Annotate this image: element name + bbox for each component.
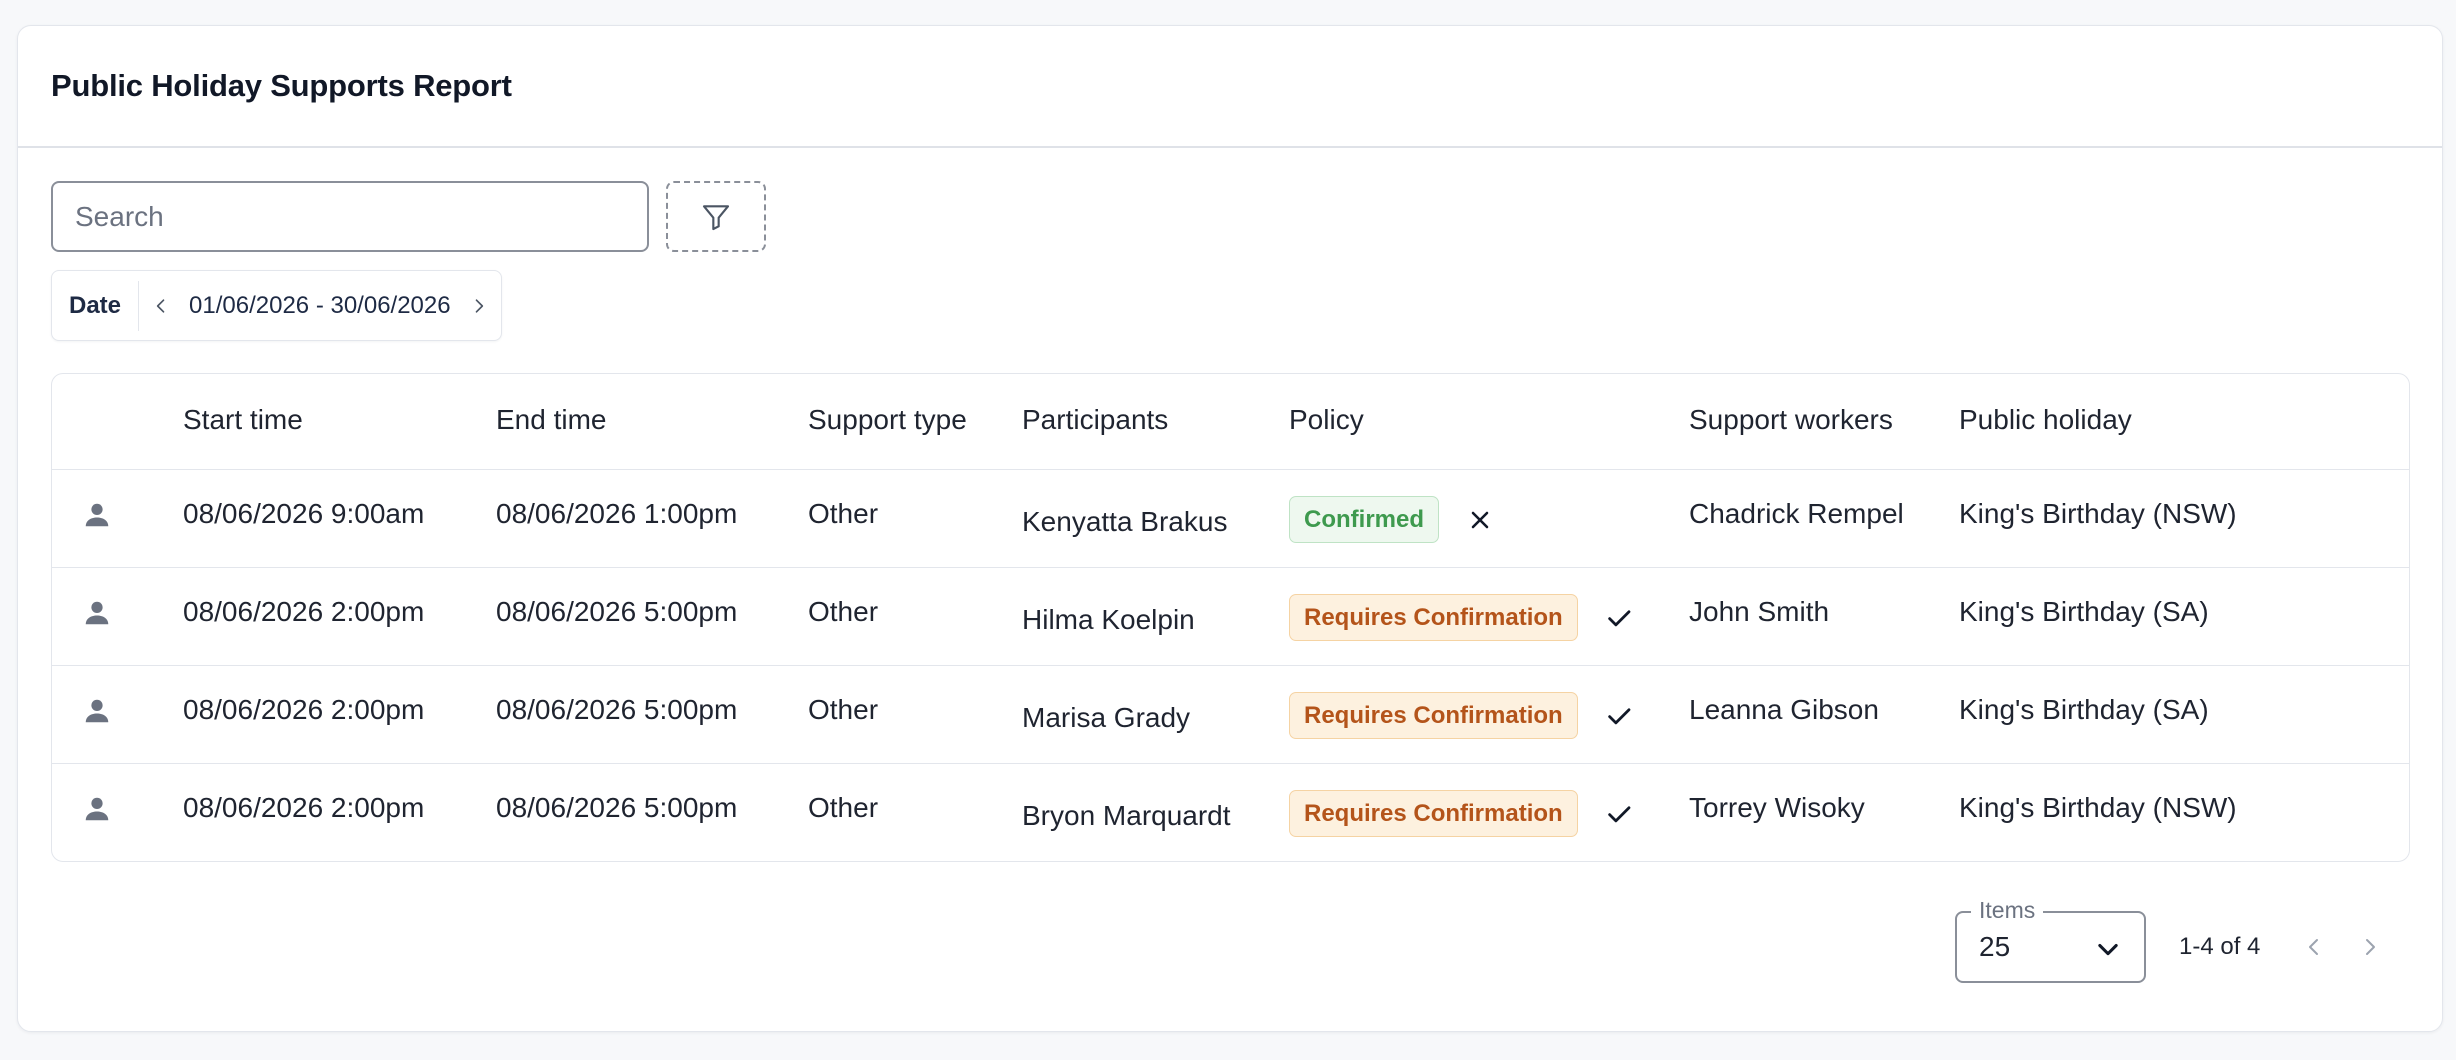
participant-name: Bryon Marquardt xyxy=(1022,800,1231,831)
policy-cell: Requires Confirmation xyxy=(1289,594,1636,641)
chevron-down-icon xyxy=(2098,943,2118,956)
start-time: 08/06/2026 2:00pm xyxy=(183,596,425,627)
policy-cell: Requires Confirmation xyxy=(1289,790,1636,837)
support-type: Other xyxy=(808,596,879,627)
policy-cell: Requires Confirmation xyxy=(1289,692,1636,739)
page-title: Public Holiday Supports Report xyxy=(51,68,512,103)
items-per-page-select[interactable]: Items 25 xyxy=(1955,897,2146,983)
filter-button[interactable] xyxy=(666,181,766,252)
support-type: Other xyxy=(808,694,879,725)
table-row[interactable]: 08/06/2026 2:00pm 08/06/2026 5:00pm Othe… xyxy=(52,568,2409,666)
support-worker: John Smith xyxy=(1689,596,1830,627)
unconfirm-button[interactable] xyxy=(1463,503,1497,537)
date-next-button[interactable] xyxy=(457,281,501,331)
support-worker: Torrey Wisoky xyxy=(1689,792,1865,823)
support-type: Other xyxy=(808,498,879,529)
date-prev-button[interactable] xyxy=(139,281,183,331)
public-holiday: King's Birthday (SA) xyxy=(1959,596,2209,627)
header-public-holiday[interactable]: Public holiday xyxy=(1959,404,2132,436)
filter-icon xyxy=(702,204,730,230)
header-support-type[interactable]: Support type xyxy=(808,404,967,436)
participant-name: Marisa Grady xyxy=(1022,702,1191,733)
confirm-button[interactable] xyxy=(1602,699,1636,733)
pagination: Items 25 1-4 of 4 xyxy=(1938,897,2398,983)
date-range: 01/06/2026 - 30/06/2026 xyxy=(189,291,451,319)
participant-name: Kenyatta Brakus xyxy=(1022,506,1228,537)
policy-cell: Confirmed xyxy=(1289,496,1497,543)
chevron-right-icon xyxy=(475,298,483,313)
table-row[interactable]: 08/06/2026 9:00am 08/06/2026 1:00pm Othe… xyxy=(52,470,2409,568)
header-support-workers[interactable]: Support workers xyxy=(1689,404,1893,436)
status-badge: Requires Confirmation xyxy=(1289,692,1578,739)
supports-table: Start time End time Support type Partici… xyxy=(51,373,2410,862)
header-start-time[interactable]: Start time xyxy=(183,404,303,436)
support-worker: Chadrick Rempel xyxy=(1689,498,1904,529)
check-icon xyxy=(1607,707,1631,724)
header-policy[interactable]: Policy xyxy=(1289,404,1364,436)
person-icon xyxy=(85,503,109,527)
items-per-page-label: Items xyxy=(1971,897,2044,924)
public-holiday: King's Birthday (NSW) xyxy=(1959,792,2237,823)
previous-page-button[interactable] xyxy=(2286,919,2342,975)
start-time: 08/06/2026 9:00am xyxy=(183,498,425,529)
chevron-left-icon xyxy=(156,298,165,313)
status-badge: Requires Confirmation xyxy=(1289,594,1578,641)
support-type: Other xyxy=(808,792,879,823)
pagination-range: 1-4 of 4 xyxy=(2179,933,2261,960)
chevron-left-icon xyxy=(2309,939,2319,955)
table-row[interactable]: 08/06/2026 2:00pm 08/06/2026 5:00pm Othe… xyxy=(52,764,2409,861)
date-filter-label: Date xyxy=(52,280,140,331)
end-time: 08/06/2026 5:00pm xyxy=(496,792,738,823)
start-time: 08/06/2026 2:00pm xyxy=(183,792,425,823)
chevron-right-icon xyxy=(2366,939,2376,955)
person-icon xyxy=(85,797,109,821)
card-header: Public Holiday Supports Report xyxy=(18,26,2442,148)
end-time: 08/06/2026 5:00pm xyxy=(496,596,738,627)
end-time: 08/06/2026 5:00pm xyxy=(496,694,738,725)
check-icon xyxy=(1607,609,1631,626)
table-row[interactable]: 08/06/2026 2:00pm 08/06/2026 5:00pm Othe… xyxy=(52,666,2409,764)
search-row xyxy=(51,181,766,252)
person-icon xyxy=(85,601,109,625)
support-worker: Leanna Gibson xyxy=(1689,694,1879,725)
end-time: 08/06/2026 1:00pm xyxy=(496,498,738,529)
person-icon xyxy=(85,699,109,723)
table-header: Start time End time Support type Partici… xyxy=(52,374,2409,470)
report-card: Public Holiday Supports Report Date 01/0… xyxy=(17,25,2443,1032)
next-page-button[interactable] xyxy=(2342,919,2398,975)
public-holiday: King's Birthday (SA) xyxy=(1959,694,2209,725)
status-badge: Requires Confirmation xyxy=(1289,790,1578,837)
confirm-button[interactable] xyxy=(1602,797,1636,831)
header-participants[interactable]: Participants xyxy=(1022,404,1168,436)
confirm-button[interactable] xyxy=(1602,601,1636,635)
x-icon xyxy=(1471,511,1489,528)
public-holiday: King's Birthday (NSW) xyxy=(1959,498,2237,529)
check-icon xyxy=(1607,805,1631,822)
start-time: 08/06/2026 2:00pm xyxy=(183,694,425,725)
status-badge: Confirmed xyxy=(1289,496,1439,543)
items-per-page-value: 25 xyxy=(1979,931,2011,962)
participant-name: Hilma Koelpin xyxy=(1022,604,1195,635)
header-end-time[interactable]: End time xyxy=(496,404,607,436)
search-input[interactable] xyxy=(51,181,649,252)
date-filter: Date 01/06/2026 - 30/06/2026 xyxy=(51,270,502,341)
